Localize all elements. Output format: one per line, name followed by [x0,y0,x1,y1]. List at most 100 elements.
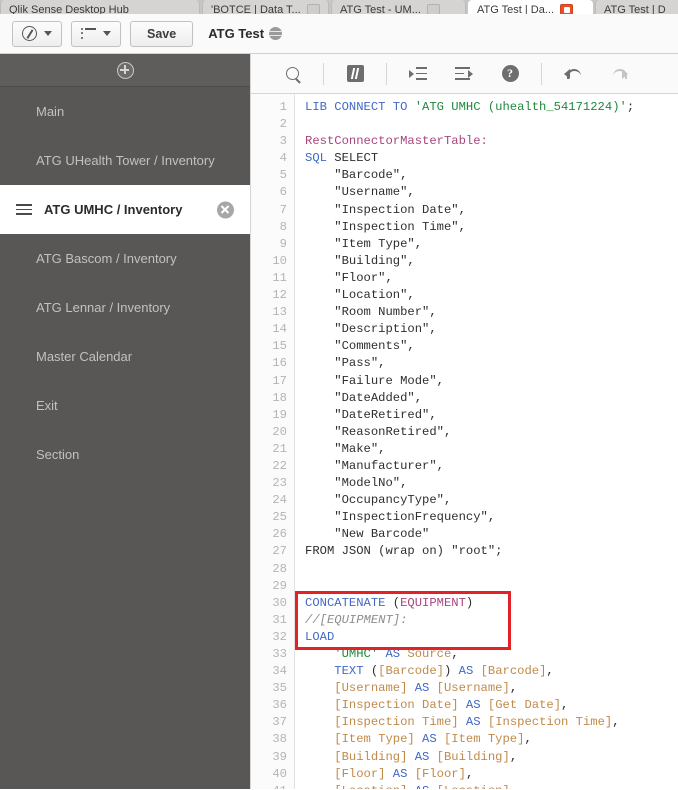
code-token: "Building", [305,253,415,268]
add-section-button[interactable] [0,54,250,87]
code-token: [Location] [437,784,510,789]
code-line[interactable]: "ModelNo", [305,475,678,492]
code-line[interactable]: "OccupancyType", [305,492,678,509]
redo-button[interactable] [596,54,642,94]
sidebar-item-atg-lennar-inventory[interactable]: ATG Lennar / Inventory [0,283,250,332]
sidebar-item-atg-umhc-inventory[interactable]: ATG UMHC / Inventory [0,185,250,234]
undo-arrow-icon [564,67,582,81]
sidebar-item-exit[interactable]: Exit [0,381,250,430]
code-line[interactable]: [Location] AS [Location], [305,783,678,789]
generic-page-icon [306,3,320,14]
line-number: 23 [272,476,287,491]
comment-slashes-icon [346,65,364,82]
code-line[interactable]: "Manufacturer", [305,458,678,475]
plus-circle-icon [116,61,134,79]
code-line[interactable]: "Location", [305,287,678,304]
save-button-label: Save [147,26,177,41]
code-area[interactable]: 1 2 3 4 5 6 7 8 9 10 11 12 13 14 15 16 17 18 19 20 21 22 23 24 2… [251,94,678,789]
code-line[interactable]: "Pass", [305,355,678,372]
code-line[interactable]: "Inspection Date", [305,202,678,219]
code-line[interactable]: "ReasonRetired", [305,424,678,441]
line-number: 7 [279,202,287,217]
browser-tab[interactable]: ATG Test | Da... [468,0,593,14]
save-button[interactable]: Save [130,20,194,47]
code-token: "Make", [305,441,386,456]
code-line[interactable] [305,578,678,595]
code-token: SELECT [326,151,379,166]
code-line[interactable]: [Item Type] AS [Item Type], [305,731,678,748]
code-line[interactable]: CONCATENATE (EQUIPMENT) [305,595,678,612]
line-number: 34 [272,664,287,679]
line-number: 21 [272,441,287,456]
close-circle-icon[interactable] [217,201,234,218]
help-button[interactable]: ? [487,54,533,94]
indent-button[interactable] [395,54,441,94]
code-line[interactable]: [Inspection Time] AS [Inspection Time], [305,714,678,731]
code-line[interactable]: "InspectionFrequency", [305,509,678,526]
code-token: AS [385,766,415,781]
code-token: , [612,715,620,730]
sidebar-item-atg-bascom-inventory[interactable]: ATG Bascom / Inventory [0,234,250,283]
code-text[interactable]: LIB CONNECT TO 'ATG UMHC (uhealth_541712… [295,94,678,789]
code-token: , [509,749,518,764]
line-number: 19 [272,407,287,422]
code-line[interactable] [305,561,678,578]
code-line[interactable]: RestConnectorMasterTable: [305,133,678,150]
toolbar-divider [323,62,324,85]
line-number: 20 [272,424,287,439]
search-button[interactable] [269,54,315,94]
code-line[interactable]: [Floor] AS [Floor], [305,766,678,783]
code-line[interactable]: LIB CONNECT TO 'ATG UMHC (uhealth_541712… [305,99,678,116]
toolbar-divider [541,62,542,85]
code-token: [Username] [436,681,510,696]
code-line[interactable]: "Make", [305,441,678,458]
code-line[interactable]: TEXT ([Barcode]) AS [Barcode], [305,663,678,680]
code-line[interactable]: "New Barcode" [305,526,678,543]
code-line[interactable]: "DateRetired", [305,407,678,424]
code-line[interactable]: "Username", [305,184,678,201]
code-line[interactable]: "Description", [305,321,678,338]
navigation-dropdown-button[interactable] [12,20,62,47]
outdent-button[interactable] [441,54,487,94]
code-line[interactable]: [Building] AS [Building], [305,749,678,766]
sheet-dropdown-button[interactable] [71,20,121,47]
code-line[interactable] [305,116,678,133]
browser-tab[interactable]: 'BOTCE | Data T... [202,0,329,14]
code-line[interactable]: "Item Type", [305,236,678,253]
browser-tab[interactable]: ATG Test - UM... [331,0,466,14]
code-line[interactable]: "Room Number", [305,304,678,321]
code-token: , [451,647,459,661]
line-number: 9 [279,236,287,251]
sidebar-item-master-calendar[interactable]: Master Calendar [0,332,250,381]
code-line[interactable]: "Floor", [305,270,678,287]
sidebar-item-main[interactable]: Main [0,87,250,136]
code-token: "ModelNo", [305,476,408,491]
code-line[interactable]: SQL SELECT [305,150,678,167]
code-line[interactable]: "Inspection Time", [305,219,678,236]
code-line[interactable]: [Inspection Date] AS [Get Date], [305,697,678,714]
code-line[interactable]: "Barcode", [305,167,678,184]
line-number: 2 [279,117,287,132]
code-line[interactable]: [Username] AS [Username], [305,680,678,697]
sidebar-item-label: ATG UMHC / Inventory [44,202,183,217]
sidebar-item-section[interactable]: Section [0,430,250,479]
line-number: 39 [272,749,287,764]
browser-tab[interactable]: ATG Test | D [595,0,678,14]
code-line[interactable]: "Comments", [305,338,678,355]
code-line[interactable]: //[EQUIPMENT]: [305,612,678,629]
code-token: [Inspection Time] [487,715,613,730]
code-line[interactable]: FROM JSON (wrap on) "root"; [305,543,678,560]
code-line[interactable]: 'UMHC' AS Source, [305,646,678,663]
undo-button[interactable] [550,54,596,94]
comment-button[interactable] [332,54,378,94]
code-line[interactable]: "Failure Mode", [305,373,678,390]
code-line[interactable]: "DateAdded", [305,390,678,407]
sidebar-item-atg-uhealth-tower-inventory[interactable]: ATG UHealth Tower / Inventory [0,136,250,185]
line-number: 22 [272,458,287,473]
hamburger-drag-icon[interactable] [16,204,32,215]
code-line[interactable]: LOAD [305,629,678,646]
browser-tab[interactable]: Qlik Sense Desktop Hub [0,0,200,14]
code-token: AS [414,732,444,747]
code-line[interactable]: "Building", [305,253,678,270]
